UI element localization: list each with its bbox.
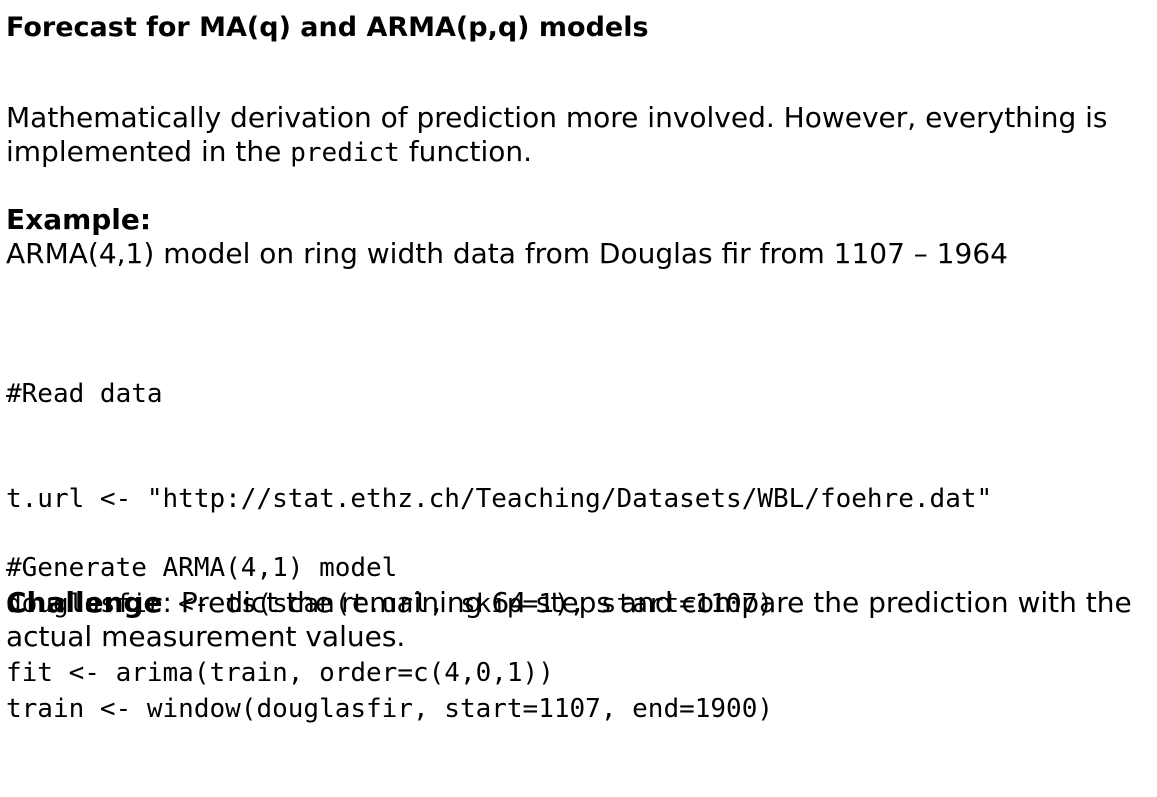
code-line: fit <- arima(train, order=c(4,0,1)) [6, 658, 554, 688]
intro-paragraph: Mathematically derivation of prediction … [6, 101, 1151, 170]
intro-text-after: function. [399, 135, 533, 168]
predict-code-word: predict [290, 138, 400, 168]
challenge-label: Challenge [6, 586, 163, 619]
challenge-text: : Predict the remaining 64 steps and com… [6, 586, 1132, 653]
example-description: ARMA(4,1) model on ring width data from … [6, 237, 1008, 270]
slide-title: Forecast for MA(q) and ARMA(p,q) models [6, 12, 649, 43]
example-section: Example: ARMA(4,1) model on ring width d… [6, 203, 1151, 271]
intro-text-before: Mathematically derivation of prediction … [6, 101, 1108, 168]
example-heading: Example: [6, 203, 152, 236]
challenge-paragraph: Challenge: Predict the remaining 64 step… [6, 586, 1151, 654]
code-line: #Generate ARMA(4,1) model [6, 553, 398, 583]
code-line: #Read data [6, 379, 163, 409]
